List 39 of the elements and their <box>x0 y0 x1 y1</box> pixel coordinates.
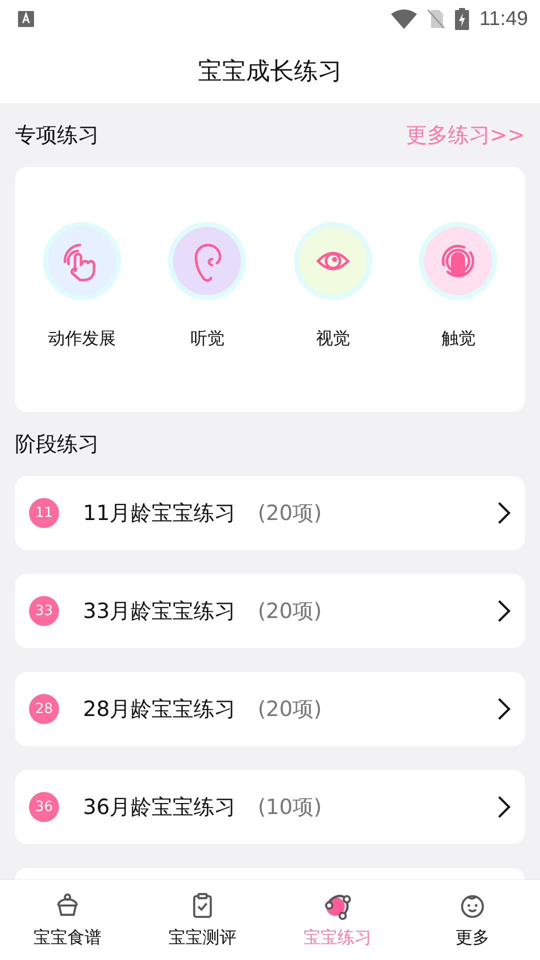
category-label: 动作发展 <box>48 328 116 350</box>
category-label: 视觉 <box>316 328 350 350</box>
stage-name: 36月龄宝宝练习 <box>83 794 236 821</box>
chevron-right-icon <box>497 795 511 819</box>
clock-time: 11:49 <box>479 8 528 30</box>
chevron-right-icon <box>497 599 511 623</box>
page-title: 宝宝成长练习 <box>198 56 342 86</box>
stage-row[interactable]: 36 36月龄宝宝练习 (10项) <box>15 770 525 844</box>
category-label: 触觉 <box>441 328 476 350</box>
item-count: (20项) <box>258 598 323 625</box>
section-title: 专项练习 <box>15 122 99 149</box>
tab-item[interactable]: 宝宝食谱 <box>0 880 135 960</box>
tab-item[interactable]: 宝宝测评 <box>135 880 270 960</box>
stage-name: 28月龄宝宝练习 <box>83 696 236 723</box>
month-badge: 33 <box>29 596 59 626</box>
category-label: 听觉 <box>190 328 224 350</box>
month-badge: 36 <box>29 792 59 822</box>
ear-icon[interactable] <box>167 221 248 301</box>
stage-row[interactable]: 11 11月龄宝宝练习 (20项) <box>15 476 525 550</box>
section-title: 阶段练习 <box>15 431 99 458</box>
stage-row[interactable]: 28 28月龄宝宝练习 (20项) <box>15 672 525 746</box>
tap-hand-icon[interactable] <box>42 221 122 301</box>
item-count: (20项) <box>258 696 323 723</box>
item-count: (10项) <box>258 794 323 821</box>
fingerprint-touch-icon[interactable] <box>418 221 498 301</box>
item-count: (20项) <box>258 500 323 527</box>
battery-icon <box>455 8 470 30</box>
keyboard-icon <box>18 11 34 27</box>
month-badge: 11 <box>29 498 59 528</box>
chevron-right-icon <box>497 697 511 721</box>
stage-name: 33月龄宝宝练习 <box>83 598 236 625</box>
no-sim-icon <box>427 9 446 29</box>
stage-name: 11月龄宝宝练习 <box>83 500 236 527</box>
month-badge: 28 <box>29 694 59 724</box>
wifi-icon <box>391 9 418 29</box>
stage-row[interactable]: 33 33月龄宝宝练习 (20项) <box>15 574 525 648</box>
tab-item[interactable]: 更多 <box>405 880 540 960</box>
eye-icon[interactable] <box>292 221 373 301</box>
chevron-right-icon <box>497 501 511 525</box>
